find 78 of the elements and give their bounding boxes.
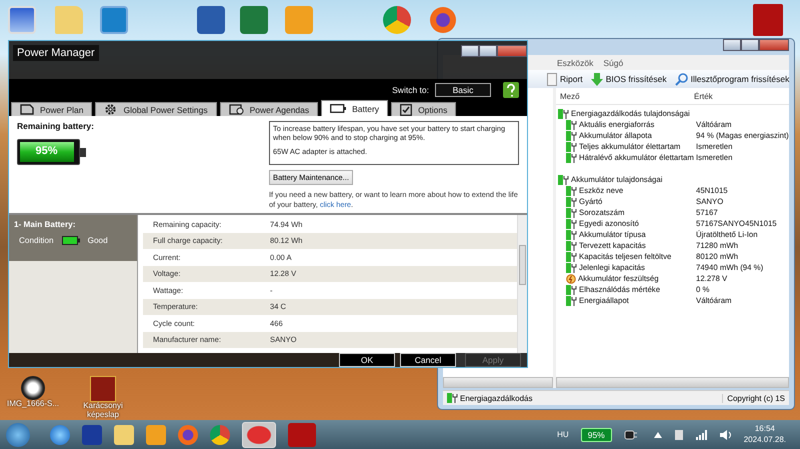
tab[interactable]: Global Power Settings bbox=[95, 102, 217, 116]
close-icon[interactable] bbox=[759, 39, 789, 51]
status-text: Energiagazdálkodás bbox=[460, 394, 532, 402]
vertical-scrollbar[interactable] bbox=[517, 215, 527, 353]
dialog-button[interactable]: Cancel bbox=[400, 353, 456, 367]
basic-button[interactable]: Basic bbox=[435, 83, 491, 97]
browser-icon[interactable] bbox=[50, 424, 70, 444]
plug-icon[interactable] bbox=[624, 428, 638, 440]
battery-plug-icon bbox=[447, 393, 458, 403]
battery-plug-icon bbox=[566, 142, 577, 152]
battery-icon bbox=[330, 104, 346, 113]
toolbar-button[interactable]: Riport bbox=[545, 72, 585, 86]
checkbox-icon bbox=[400, 104, 412, 116]
battery-plug-icon bbox=[566, 120, 577, 130]
menu-item[interactable]: Súgó bbox=[603, 58, 624, 68]
minimize-icon[interactable] bbox=[461, 45, 479, 57]
voltage-icon bbox=[566, 274, 576, 284]
battery-plug-icon bbox=[566, 230, 577, 240]
battery-plug-icon bbox=[566, 218, 577, 228]
app-icon[interactable] bbox=[288, 422, 316, 446]
battery-plug-icon bbox=[566, 186, 577, 196]
condition-value: Good bbox=[88, 236, 108, 245]
folder-icon[interactable] bbox=[114, 424, 134, 444]
clock-date[interactable]: 2024.07.28. bbox=[744, 434, 786, 445]
maximize-icon[interactable] bbox=[741, 39, 759, 51]
close-icon[interactable] bbox=[497, 45, 527, 57]
tab[interactable]: Battery bbox=[321, 100, 388, 116]
gear-icon bbox=[104, 103, 118, 116]
dialog-button[interactable]: OK bbox=[339, 353, 395, 367]
browser-icon[interactable] bbox=[430, 7, 456, 33]
maximize-icon[interactable] bbox=[479, 45, 497, 57]
condition-label: Condition bbox=[19, 236, 54, 245]
battery-plug-icon bbox=[558, 108, 569, 118]
battery-plug-icon bbox=[566, 130, 577, 140]
battery-indicator[interactable]: 95% bbox=[580, 428, 612, 442]
browser-icon[interactable] bbox=[383, 6, 411, 34]
horizontal-scrollbar[interactable] bbox=[556, 377, 789, 388]
help-icon[interactable] bbox=[503, 82, 519, 98]
toolbar-button[interactable]: Illesztőprogram frissítések bbox=[672, 72, 792, 86]
tab[interactable]: Options bbox=[391, 102, 456, 116]
signal-icon[interactable] bbox=[696, 430, 708, 440]
browser-icon[interactable] bbox=[210, 424, 230, 444]
caret-icon[interactable] bbox=[654, 432, 662, 438]
column-header[interactable]: Érték bbox=[690, 92, 713, 100]
switch-label: Switch to: bbox=[392, 85, 429, 95]
column-header[interactable]: Mező bbox=[556, 92, 690, 100]
battery-plug-icon bbox=[566, 240, 577, 250]
battery-plug-icon bbox=[566, 208, 577, 218]
clock-time[interactable]: 16:54 bbox=[754, 424, 775, 434]
battery-icon bbox=[62, 236, 80, 245]
status-text: Copyright (c) 1S bbox=[722, 394, 785, 402]
start-button[interactable] bbox=[6, 422, 30, 446]
minimize-icon[interactable] bbox=[723, 39, 741, 51]
battery-plug-icon bbox=[558, 174, 569, 184]
remaining-battery-label: Remaining battery: bbox=[17, 121, 94, 131]
toolbar-button[interactable]: BIOS frissítések bbox=[588, 72, 669, 86]
browser-icon[interactable] bbox=[178, 424, 198, 444]
battery-plug-icon bbox=[566, 196, 577, 206]
down-arrow-icon bbox=[590, 72, 603, 86]
battery-plug-icon bbox=[566, 296, 577, 306]
battery-list-item[interactable]: 1- Main Battery: Condition Good bbox=[9, 215, 137, 261]
calendar-clock-icon bbox=[228, 104, 244, 115]
battery-plug-icon bbox=[566, 262, 577, 272]
menu-item[interactable]: Eszközök bbox=[557, 58, 594, 68]
speaker-icon[interactable] bbox=[720, 430, 732, 440]
horizontal-scrollbar[interactable] bbox=[443, 377, 553, 388]
tab[interactable]: Power Plan bbox=[11, 102, 92, 116]
battery-percent: 95% bbox=[34, 145, 59, 157]
battery-plug-icon bbox=[566, 284, 577, 294]
battery-title: 1- Main Battery: bbox=[14, 220, 76, 229]
search-icon bbox=[674, 72, 688, 86]
battery-plug-icon bbox=[566, 252, 577, 262]
window-title: Power Manager bbox=[13, 45, 99, 61]
battery-plug-icon bbox=[566, 152, 577, 162]
app-icon[interactable] bbox=[100, 6, 128, 34]
battery-terminal bbox=[80, 148, 86, 156]
language-indicator[interactable]: HU bbox=[557, 430, 569, 439]
tab[interactable]: Power Agendas bbox=[220, 102, 318, 116]
